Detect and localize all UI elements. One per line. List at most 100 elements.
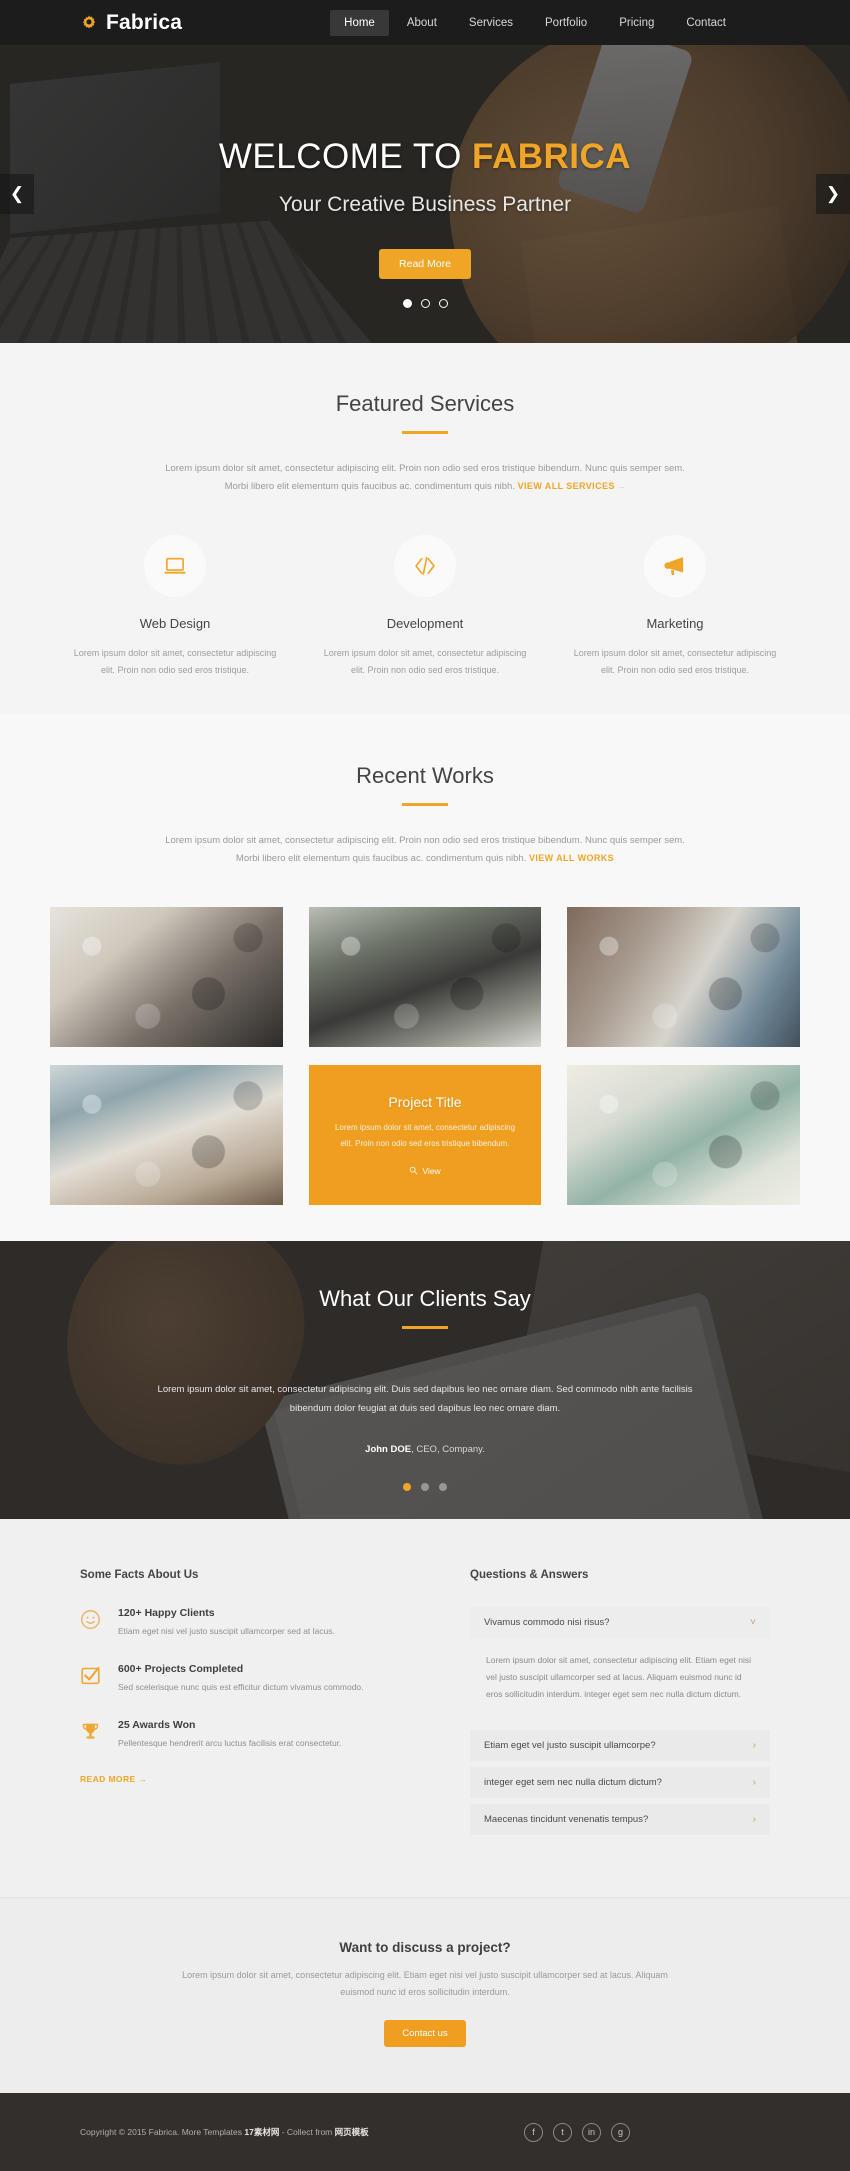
view-all-services-link[interactable]: VIEW ALL SERVICES <box>518 481 615 491</box>
faq-answer-1: Lorem ipsum dolor sit amet, consectetur … <box>470 1644 770 1719</box>
work-featured-desc: Lorem ipsum dolor sit amet, consectetur … <box>334 1123 516 1148</box>
view-all-works-link[interactable]: VIEW ALL WORKS <box>529 853 614 863</box>
faq-item-1[interactable]: Vivamus commodo nisi risus? ˅ <box>470 1607 770 1639</box>
main-nav: Home About Services Portfolio Pricing Co… <box>330 9 740 36</box>
faq-question[interactable]: Maecenas tincidunt venenatis tempus? › <box>470 1804 770 1835</box>
fact-name: 120+ Happy Clients <box>118 1607 215 1620</box>
work-featured-title: Project Title <box>388 1094 462 1111</box>
hero-dot-2[interactable] <box>420 299 430 308</box>
service-name: Marketing <box>646 616 704 632</box>
facts-read-more-label: READ MORE <box>80 1774 136 1785</box>
copyright-text: Copyright © 2015 Fabrica. More Templates… <box>80 2126 369 2138</box>
work-view-link[interactable]: View <box>409 1166 441 1177</box>
service-card-web-design[interactable]: Web Design Lorem ipsum dolor sit amet, c… <box>50 535 300 679</box>
cta-title: Want to discuss a project? <box>339 1940 511 1956</box>
work-tile[interactable] <box>50 1065 283 1206</box>
gear-icon <box>80 14 98 32</box>
services-link-arrow: → <box>617 481 626 491</box>
services-grid: Web Design Lorem ipsum dolor sit amet, c… <box>50 535 800 679</box>
testimonial-author-role: , CEO, Company. <box>411 1444 485 1456</box>
nav-item-portfolio[interactable]: Portfolio <box>531 10 601 36</box>
contact-us-button[interactable]: Contact us <box>384 2020 466 2048</box>
testimonial-dot-2[interactable] <box>421 1483 429 1492</box>
service-desc: Lorem ipsum dolor sit amet, consectetur … <box>323 648 527 676</box>
work-tile-featured[interactable]: Project Title Lorem ipsum dolor sit amet… <box>308 1065 542 1206</box>
hero-dot-3[interactable] <box>438 299 448 308</box>
megaphone-icon <box>644 535 706 598</box>
fact-name: 600+ Projects Completed <box>118 1663 244 1676</box>
nav-item-home[interactable]: Home <box>330 9 389 36</box>
linkedin-icon[interactable]: in <box>582 2122 601 2142</box>
testimonial-dot-1[interactable] <box>403 1483 411 1492</box>
nav-item-services[interactable]: Services <box>455 10 527 36</box>
featured-services-section: Featured Services Lorem ipsum dolor sit … <box>0 343 850 716</box>
faq-item-3[interactable]: integer eget sem nec nulla dictum dictum… <box>470 1767 770 1799</box>
testimonials-title-rule <box>402 1326 448 1330</box>
testimonial-author: John DOE, CEO, Company. <box>0 1444 850 1455</box>
laptop-icon <box>144 535 206 598</box>
facts-read-more-link[interactable]: READ MORE → <box>80 1774 410 1784</box>
chevron-right-icon: › <box>752 1777 756 1789</box>
facts-and-faq-section: Some Facts About Us 120+ Happy Clients E… <box>0 1519 850 1898</box>
fact-desc: Etiam eget nisi vel justo suscipit ullam… <box>118 1626 335 1637</box>
site-footer: Copyright © 2015 Fabrica. More Templates… <box>0 2093 850 2171</box>
site-header: Fabrica Home About Services Portfolio Pr… <box>0 0 850 45</box>
facts-read-more-arrow: → <box>138 1774 148 1785</box>
chevron-right-icon: › <box>752 1814 756 1826</box>
faq-question-label: Vivamus commodo nisi risus? <box>484 1617 610 1629</box>
trophy-icon <box>80 1719 104 1751</box>
fact-desc: Sed scelerisque nunc quis est efficitur … <box>118 1682 364 1693</box>
nav-item-pricing[interactable]: Pricing <box>605 10 668 36</box>
faq-question[interactable]: Etiam eget vel justo suscipit ullamcorpe… <box>470 1730 770 1761</box>
service-name: Web Design <box>139 616 211 632</box>
hero-title: WELCOME TO FABRICA <box>0 137 850 177</box>
brand-logo[interactable]: Fabrica <box>80 11 182 35</box>
copyright-pre: Copyright © 2015 Fabrica. More Templates <box>80 2127 245 2138</box>
hero-dots <box>0 299 850 308</box>
copyright-link-1[interactable]: 17素材网 <box>244 2127 279 2137</box>
cta-description: Lorem ipsum dolor sit amet, consectetur … <box>182 1970 668 1997</box>
hero-slider: ❮ ❯ WELCOME TO FABRICA Your Creative Bus… <box>0 45 850 343</box>
services-title-rule <box>402 431 448 434</box>
hero-title-main: WELCOME TO <box>218 137 473 176</box>
service-card-development[interactable]: Development Lorem ipsum dolor sit amet, … <box>300 535 550 679</box>
work-view-label: View <box>422 1166 441 1177</box>
testimonial-dot-3[interactable] <box>439 1483 447 1492</box>
facebook-icon[interactable]: f <box>524 2122 543 2142</box>
hero-next-arrow[interactable]: ❯ <box>816 174 850 214</box>
faq-question[interactable]: integer eget sem nec nulla dictum dictum… <box>470 1767 770 1798</box>
service-card-marketing[interactable]: Marketing Lorem ipsum dolor sit amet, co… <box>550 535 800 679</box>
service-name: Development <box>386 616 464 632</box>
chevron-down-icon: ˅ <box>750 1617 756 1629</box>
testimonial-author-name: John DOE <box>365 1444 412 1456</box>
google-plus-icon[interactable]: g <box>611 2122 630 2142</box>
testimonial-quote: Lorem ipsum dolor sit amet, consectetur … <box>157 1384 693 1414</box>
twitter-icon[interactable]: t <box>553 2122 572 2142</box>
works-description: Lorem ipsum dolor sit amet, consectetur … <box>165 832 685 867</box>
work-tile[interactable] <box>567 907 800 1048</box>
fact-item: 25 Awards Won Pellentesque hendrerit arc… <box>80 1719 410 1751</box>
cta-section: Want to discuss a project? Lorem ipsum d… <box>0 1897 850 2094</box>
fact-desc: Pellentesque hendrerit arcu luctus facil… <box>118 1737 342 1748</box>
hero-dot-1[interactable] <box>402 299 412 308</box>
work-tile[interactable] <box>567 1065 800 1206</box>
hero-prev-arrow[interactable]: ❮ <box>0 174 34 214</box>
nav-item-about[interactable]: About <box>393 10 451 36</box>
faq-item-2[interactable]: Etiam eget vel justo suscipit ullamcorpe… <box>470 1730 770 1762</box>
faq-question-label: Etiam eget vel justo suscipit ullamcorpe… <box>484 1740 656 1752</box>
chevron-right-icon: › <box>752 1740 756 1752</box>
testimonials-section: What Our Clients Say Lorem ipsum dolor s… <box>0 1241 850 1520</box>
nav-item-contact[interactable]: Contact <box>672 10 740 36</box>
faq-question-label: integer eget sem nec nulla dictum dictum… <box>484 1777 662 1789</box>
faq-title: Questions & Answers <box>470 1569 589 1582</box>
testimonials-title: What Our Clients Say <box>319 1286 531 1312</box>
work-tile[interactable] <box>50 907 283 1048</box>
smiley-icon <box>80 1607 104 1639</box>
hero-read-more-button[interactable]: Read More <box>379 249 471 279</box>
check-square-icon <box>80 1663 104 1695</box>
work-tile[interactable] <box>308 907 542 1048</box>
copyright-link-2[interactable]: 网页模板 <box>335 2127 369 2137</box>
hero-subtitle: Your Creative Business Partner <box>278 193 572 216</box>
faq-question[interactable]: Vivamus commodo nisi risus? ˅ <box>470 1607 770 1639</box>
faq-item-4[interactable]: Maecenas tincidunt venenatis tempus? › <box>470 1804 770 1836</box>
